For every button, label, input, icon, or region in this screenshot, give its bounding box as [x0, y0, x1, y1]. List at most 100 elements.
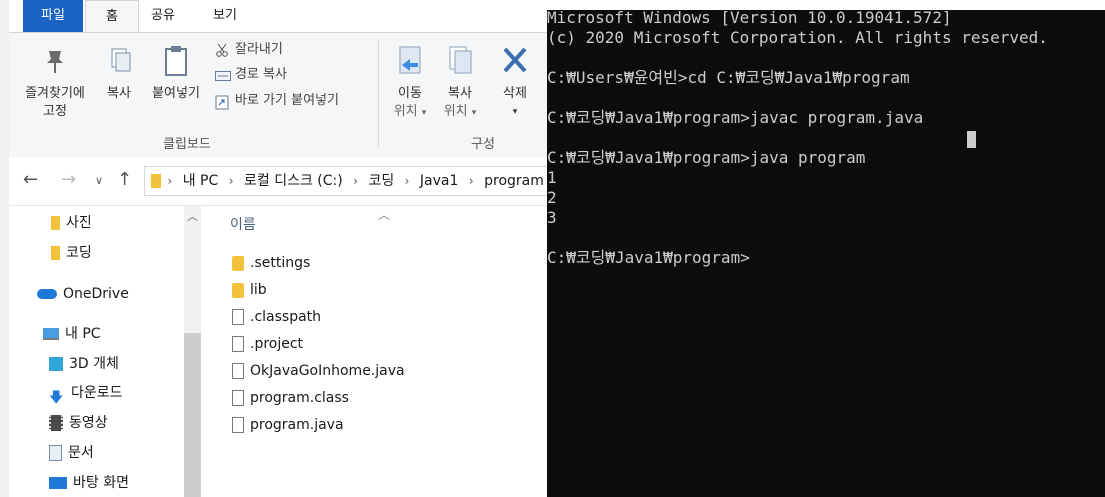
file-icon	[232, 417, 244, 433]
cube-icon	[49, 357, 63, 371]
file-name: .project	[250, 336, 304, 352]
clipboard-group-label: 클립보드	[163, 137, 211, 152]
command-prompt-window[interactable]: Microsoft Windows [Version 10.0.19041.57…	[547, 0, 1105, 497]
up-arrow-icon[interactable]: ↑	[117, 169, 132, 190]
paste-shortcut-button[interactable]: 바로 가기 붙여넣기	[215, 90, 339, 112]
file-icon	[232, 363, 244, 379]
move-to-label-1: 이동	[398, 86, 422, 101]
nav-item-documents[interactable]: 문서	[49, 440, 94, 466]
copy-path-icon	[215, 68, 231, 82]
column-header-name[interactable]: 이름	[230, 214, 256, 234]
breadcrumb-separator-icon: ›	[468, 174, 474, 188]
nav-item-label: 바탕 화면	[73, 475, 129, 491]
nav-item-my-pc[interactable]: 내 PC	[43, 321, 101, 347]
console-line: C:₩코딩₩Java1₩program>java program	[547, 148, 866, 167]
delete-button[interactable]: 삭제 ▾	[493, 43, 537, 121]
copy-path-button[interactable]: 경로 복사	[215, 64, 287, 86]
ribbon-divider	[378, 39, 379, 147]
move-to-dropdown-icon[interactable]: ▾	[422, 108, 427, 118]
breadcrumb-separator-icon: ›	[404, 174, 410, 188]
breadcrumb[interactable]: › 내 PC › 로컬 디스크 (C:) › 코딩 › Java1 › prog…	[144, 166, 547, 196]
navigation-pane: 사진 코딩 OneDrive 내 PC 3D 개체 🡇 다운로드 동영상 문서 바…	[9, 206, 184, 497]
move-to-button[interactable]: 이동 위치 ▾	[387, 43, 433, 122]
file-list: ︿ 이름 .settings lib .classpath .project O…	[218, 206, 547, 497]
scrollbar-thumb[interactable]	[184, 333, 201, 497]
move-to-label-2: 위치 ▾	[387, 103, 433, 122]
file-name: lib	[250, 282, 267, 298]
file-row-classpath[interactable]: .classpath	[232, 304, 321, 330]
file-row-settings[interactable]: .settings	[232, 250, 310, 276]
paste-button[interactable]: 붙여넣기	[145, 43, 207, 103]
nav-item-label: 다운로드	[71, 385, 123, 401]
recent-locations-chevron-icon[interactable]: ∨	[95, 174, 103, 187]
back-arrow-icon[interactable]: ←	[23, 169, 38, 190]
computer-icon	[43, 328, 59, 340]
pin-label-line2: 고정	[43, 104, 67, 119]
nav-item-coding[interactable]: 코딩	[51, 240, 92, 266]
breadcrumb-item-local-disk[interactable]: 로컬 디스크 (C:)	[244, 167, 343, 195]
file-icon	[232, 336, 244, 352]
file-icon	[232, 390, 244, 406]
breadcrumb-separator-icon: ›	[167, 174, 173, 188]
copy-button[interactable]: 복사	[99, 43, 139, 103]
desktop-icon	[49, 477, 67, 489]
delete-dropdown-icon[interactable]: ▾	[493, 103, 537, 121]
folder-icon	[51, 246, 60, 260]
film-icon	[49, 415, 63, 431]
folder-icon	[232, 282, 244, 298]
nav-item-3d-objects[interactable]: 3D 개체	[49, 351, 119, 377]
organize-group-label: 구성	[471, 137, 495, 152]
pin-to-quick-access-button[interactable]: 즐겨찾기에 고정	[13, 43, 97, 121]
breadcrumb-item-program[interactable]: program	[484, 167, 544, 195]
console-line: (c) 2020 Microsoft Corporation. All righ…	[547, 28, 1048, 47]
ribbon: 즐겨찾기에 고정 복사 붙여넣기 잘라내기 경로 복사 바로 가기 붙여넣기 클…	[9, 32, 547, 158]
tab-view[interactable]: 보기	[205, 0, 245, 32]
copy-to-button[interactable]: 복사 위치 ▾	[437, 43, 483, 122]
copy-label: 복사	[107, 86, 131, 101]
cut-button[interactable]: 잘라내기	[215, 39, 283, 61]
copy-to-dropdown-icon[interactable]: ▾	[472, 108, 477, 118]
scroll-up-chevron-icon[interactable]: ︿	[184, 206, 201, 226]
nav-item-videos[interactable]: 동영상	[49, 410, 108, 436]
nav-item-label: 문서	[68, 445, 94, 461]
nav-item-label: 3D 개체	[69, 356, 119, 372]
nav-pane-scrollbar[interactable]: ︿	[184, 206, 201, 497]
file-name: .classpath	[250, 309, 322, 325]
move-to-label-2-text: 위치	[393, 104, 418, 119]
file-name: program.class	[250, 390, 349, 406]
folder-icon	[51, 216, 60, 230]
breadcrumb-item-java1[interactable]: Java1	[420, 167, 458, 195]
copy-to-label-2: 위치 ▾	[437, 103, 483, 122]
breadcrumb-item-coding[interactable]: 코딩	[368, 167, 394, 195]
nav-item-photos[interactable]: 사진	[51, 210, 92, 236]
file-row-project[interactable]: .project	[232, 331, 303, 357]
tab-file[interactable]: 파일	[23, 0, 83, 32]
nav-item-label: OneDrive	[63, 286, 129, 302]
file-row-program-java[interactable]: program.java	[232, 412, 344, 438]
file-name: .settings	[250, 255, 311, 271]
forward-arrow-icon[interactable]: →	[61, 169, 76, 190]
nav-item-desktop[interactable]: 바탕 화면	[49, 470, 129, 496]
navigation-bar: ← → ∨ ↑ › 내 PC › 로컬 디스크 (C:) › 코딩 › Java…	[9, 157, 547, 206]
cloud-icon	[37, 289, 57, 299]
file-row-okjavagoinhome[interactable]: OkJavaGoInhome.java	[232, 358, 405, 384]
tab-home[interactable]: 홈	[85, 0, 139, 34]
tab-share[interactable]: 공유	[142, 0, 184, 32]
console-line: C:₩Users₩윤여빈>cd C:₩코딩₩Java1₩program	[547, 68, 910, 87]
move-to-icon	[394, 43, 426, 79]
nav-item-onedrive[interactable]: OneDrive	[37, 281, 129, 307]
console-line: C:₩코딩₩Java1₩program>	[547, 248, 750, 267]
file-row-program-class[interactable]: program.class	[232, 385, 349, 411]
breadcrumb-separator-icon: ›	[228, 174, 234, 188]
file-name: OkJavaGoInhome.java	[250, 363, 405, 379]
sort-ascending-icon: ︿	[378, 208, 391, 222]
file-explorer-window: 파일 홈 공유 보기 즐겨찾기에 고정 복사 붙여넣기 잘라내기 경로 복사 바…	[0, 0, 547, 497]
copy-to-label-1: 복사	[448, 86, 472, 101]
breadcrumb-item-my-pc[interactable]: 내 PC	[183, 167, 219, 195]
nav-item-downloads[interactable]: 🡇 다운로드	[49, 380, 123, 406]
folder-icon	[151, 174, 161, 188]
file-row-lib[interactable]: lib	[232, 277, 267, 303]
nav-item-label: 동영상	[69, 415, 108, 431]
